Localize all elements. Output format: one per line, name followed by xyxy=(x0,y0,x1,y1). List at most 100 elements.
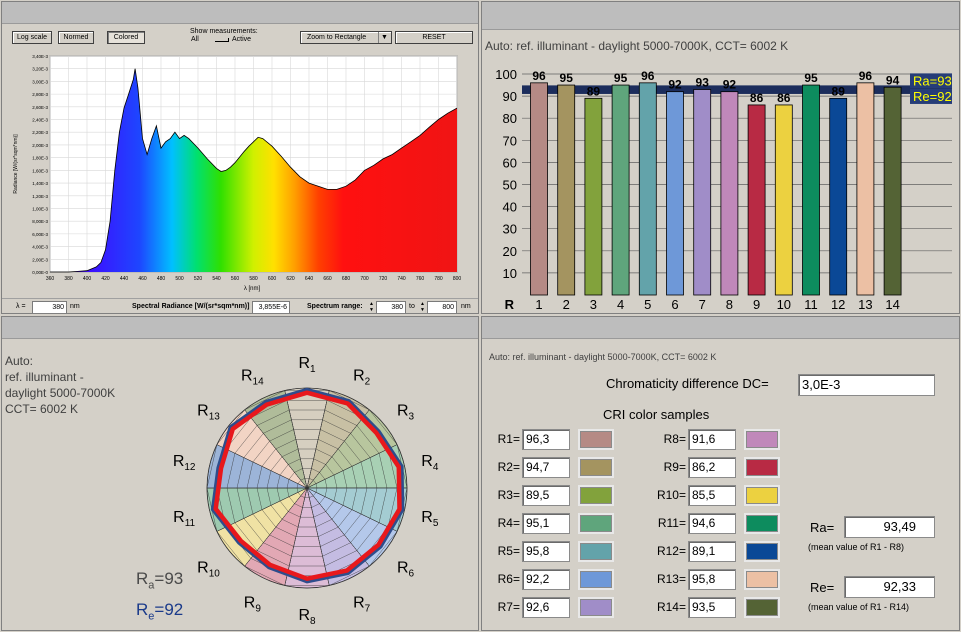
range-from-spinner-icon[interactable]: ▲ ▼ xyxy=(368,301,375,313)
show-all-label[interactable]: All xyxy=(191,36,199,43)
spectrum-y-tick-label: 3,40E-3 xyxy=(32,54,48,59)
range-to-label: to xyxy=(409,303,415,310)
cri-bar[interactable] xyxy=(883,86,902,296)
spectrum-x-tick-label: 800 xyxy=(453,276,462,282)
table-panel-titlebar xyxy=(482,317,959,339)
spectrum-x-axis-title: λ [nm] xyxy=(244,286,261,292)
cri-bar[interactable] xyxy=(584,97,603,296)
spectrum-y-tick-label: 2,00E-3 xyxy=(32,143,48,148)
spectrum-x-tick-label: 720 xyxy=(379,276,388,282)
spectrum-x-tick-label: 520 xyxy=(194,276,203,282)
cri-bar-value-label: 96 xyxy=(532,69,546,83)
cri-polar-panel: Auto: ref. illuminant - daylight 5000-70… xyxy=(1,316,479,631)
cri-polar-chart[interactable]: R1 R2 R3 R4 R5 R6 R7 R8 R9 R10 R11 R12 R13 R14 xyxy=(2,317,479,631)
spectrum-y-tick-label: 2,80E-3 xyxy=(32,92,48,97)
polar-axis-label: R8 xyxy=(298,607,316,627)
colored-button[interactable]: Colored xyxy=(107,31,145,44)
cri-sample-value[interactable]: 91,6 xyxy=(688,429,736,450)
spectrum-y-tick-label: 1,40E-3 xyxy=(32,181,48,186)
spectrum-chart[interactable]: 360 380 400 420 440 460 480 500 520 540 560 580 600 6… xyxy=(2,46,479,298)
cri-bar-value-label: 95 xyxy=(614,71,628,85)
cri-color-swatch xyxy=(744,429,780,450)
polar-axis-label: R5 xyxy=(421,509,439,529)
cri-bar[interactable] xyxy=(747,104,766,296)
lambda-unit: nm xyxy=(70,303,80,310)
cri-bar-category-label: 9 xyxy=(753,297,760,312)
cri-color-swatch xyxy=(744,569,780,590)
samples-title: CRI color samples xyxy=(603,407,710,422)
cri-sample-label: R9= xyxy=(663,460,686,474)
cri-sample-value[interactable]: 95,8 xyxy=(522,541,570,562)
cri-bar[interactable] xyxy=(557,84,576,296)
cri-sample-value[interactable]: 93,5 xyxy=(688,597,736,618)
cri-sample-value[interactable]: 94,6 xyxy=(688,513,736,534)
polar-axis-label: R2 xyxy=(353,367,371,387)
cri-bar[interactable] xyxy=(856,82,875,296)
cri-bar[interactable] xyxy=(693,89,712,296)
spectrum-x-tick-label: 360 xyxy=(46,276,55,282)
cri-bar-category-label: 1 xyxy=(535,297,542,312)
range-from-input[interactable]: 380 xyxy=(376,301,406,313)
show-measurements-label: Show measurements: xyxy=(190,28,258,35)
bar-y-tick-label: 60 xyxy=(503,155,517,170)
bar-y-tick-label: 70 xyxy=(503,133,517,148)
cri-bar[interactable] xyxy=(638,82,657,296)
ra-value-field[interactable]: 93,49 xyxy=(844,516,935,538)
spectrum-y-tick-label: 1,80E-3 xyxy=(32,156,48,161)
dc-value-field[interactable]: 3,0E-3 xyxy=(798,374,935,396)
cri-bar[interactable] xyxy=(774,104,793,296)
spectrum-range-label: Spectrum range: xyxy=(307,303,363,310)
lambda-input[interactable]: 380 xyxy=(32,301,67,313)
show-active-label[interactable]: Active xyxy=(232,36,251,43)
cri-sample-label: R6= xyxy=(497,572,520,586)
cri-sample-value[interactable]: 89,5 xyxy=(522,485,570,506)
bar-panel-titlebar xyxy=(482,2,959,30)
cri-bar-value-label: 96 xyxy=(641,69,655,83)
cri-bar[interactable] xyxy=(802,84,820,296)
polar-axis-label: R6 xyxy=(397,560,415,580)
cri-bar-category-label: 7 xyxy=(699,297,706,312)
cri-color-swatch xyxy=(744,597,780,618)
cri-sample-value[interactable]: 92,6 xyxy=(522,597,570,618)
cri-bar-chart[interactable]: 102030405060708090100 9619528939549659269… xyxy=(482,55,960,314)
cri-sample-value[interactable]: 95,8 xyxy=(688,569,736,590)
normed-button[interactable]: Normed xyxy=(58,31,94,44)
cri-bar-category-label: 14 xyxy=(885,297,899,312)
log-scale-button[interactable]: Log scale xyxy=(12,31,52,44)
reset-button[interactable]: RESET xyxy=(395,31,473,44)
cri-sample-value[interactable]: 86,2 xyxy=(688,457,736,478)
bar-y-tick-label: 90 xyxy=(503,89,517,104)
spectrum-x-tick-label: 680 xyxy=(342,276,351,282)
cri-bar-value-label: 95 xyxy=(560,71,574,85)
cri-color-swatch xyxy=(578,429,614,450)
cri-bar[interactable] xyxy=(829,97,848,296)
cri-color-swatch xyxy=(578,457,614,478)
cri-bar[interactable] xyxy=(666,91,684,296)
spectrum-x-tick-label: 500 xyxy=(175,276,184,282)
zoom-mode-select[interactable]: Zoom to Rectangle ▼ xyxy=(300,31,392,44)
cri-sample-value[interactable]: 92,2 xyxy=(522,569,570,590)
cri-sample-value[interactable]: 96,3 xyxy=(522,429,570,450)
cri-bar[interactable] xyxy=(530,82,548,296)
cri-sample-value[interactable]: 95,1 xyxy=(522,513,570,534)
range-to-input[interactable]: 800 xyxy=(427,301,457,313)
cri-sample-value[interactable]: 89,1 xyxy=(688,541,736,562)
cri-bar-value-label: 86 xyxy=(777,91,791,105)
polar-axis-label: R10 xyxy=(197,560,220,580)
cri-color-swatch xyxy=(578,513,614,534)
show-measurements-toggle[interactable] xyxy=(215,38,229,42)
polar-axis-label: R4 xyxy=(421,453,439,473)
range-to-spinner-icon[interactable]: ▲ ▼ xyxy=(419,301,426,313)
spectrum-x-tick-label: 420 xyxy=(101,276,110,282)
cri-bar-panel: Auto: ref. illuminant - daylight 5000-70… xyxy=(481,1,960,314)
spectrum-y-tick-label: 8,00E-3 xyxy=(32,219,48,224)
cri-sample-value[interactable]: 94,7 xyxy=(522,457,570,478)
polar-axis-label: R7 xyxy=(353,595,371,615)
spectrum-x-tick-label: 660 xyxy=(323,276,332,282)
cri-bar[interactable] xyxy=(720,91,739,296)
re-value-field[interactable]: 92,33 xyxy=(844,576,935,598)
cri-bar[interactable] xyxy=(611,84,630,296)
cri-sample-value[interactable]: 85,5 xyxy=(688,485,736,506)
cri-bar-value-label: 93 xyxy=(696,75,710,89)
bar-x-axis-title: R xyxy=(505,297,515,312)
